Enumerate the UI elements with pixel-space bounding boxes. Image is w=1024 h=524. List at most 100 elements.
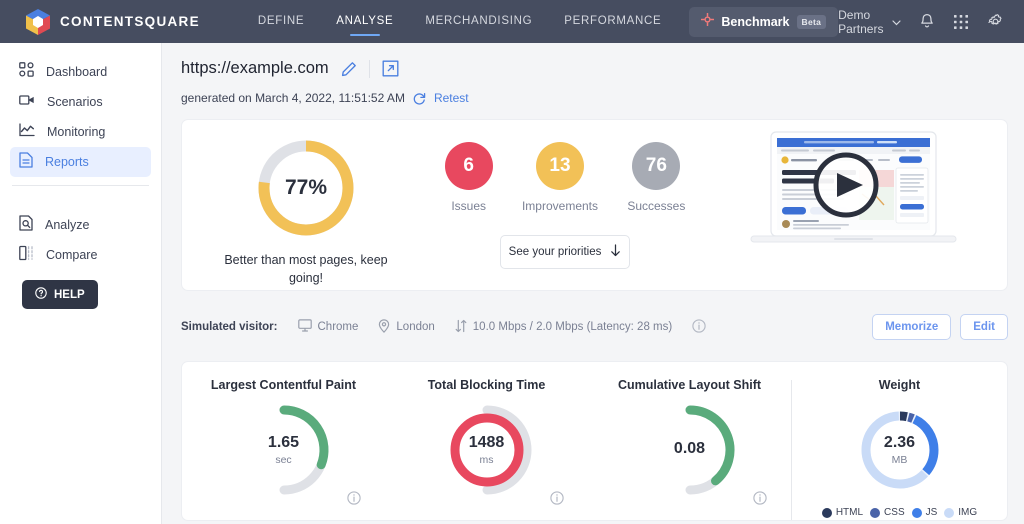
desktop-monitor-icon — [297, 319, 312, 335]
info-circle-icon[interactable] — [347, 491, 361, 510]
line-chart-icon — [19, 122, 35, 142]
sidebar-label-analyze: Analyze — [45, 218, 90, 232]
legend-label-html: HTML — [835, 507, 864, 518]
legend-label-css: CSS — [884, 507, 905, 518]
weight-value: 2.36 — [883, 433, 916, 451]
stat-issues[interactable]: 6 Issues — [444, 142, 493, 213]
info-circle-icon[interactable] — [550, 491, 564, 510]
sidebar-item-dashboard[interactable]: Dashboard — [10, 57, 151, 87]
nav-link-performance[interactable]: PERFORMANCE — [548, 0, 677, 43]
memorize-button[interactable]: Memorize — [872, 314, 952, 340]
visitor-browser-label: Chrome — [317, 321, 359, 333]
sidebar: Dashboard Scenarios Monitoring Reports A… — [0, 43, 162, 524]
legend-dot-css — [870, 507, 881, 518]
weight-donut-text: 2.36 MB — [854, 404, 946, 496]
sidebar-item-monitoring[interactable]: Monitoring — [10, 117, 151, 147]
sidebar-label-compare: Compare — [46, 248, 98, 262]
see-priorities-button[interactable]: See your priorities — [500, 235, 630, 269]
visitor-actions: Memorize Edit — [872, 314, 1008, 340]
url-row: https://example.com — [181, 59, 1004, 78]
info-circle-icon[interactable] — [753, 491, 767, 510]
visitor-location: London — [378, 318, 435, 336]
weight-legend: HTML CSS JS IMG — [821, 507, 977, 518]
gauge-tbt-unit: ms — [479, 454, 494, 467]
legend-dot-js — [911, 507, 922, 518]
brand[interactable]: CONTENTSQUARE — [25, 8, 200, 36]
metric-weight: Weight 2.36 MB HTML CSS JS IMG — [792, 378, 1007, 520]
sidebar-label-reports: Reports — [45, 155, 89, 169]
stat-improvements[interactable]: 13 Improvements — [522, 142, 598, 213]
pencil-icon[interactable] — [341, 61, 357, 77]
dashboard-grid-icon — [19, 62, 34, 82]
sidebar-item-scenarios[interactable]: Scenarios — [10, 87, 151, 117]
page-header: https://example.com generated on March 4… — [162, 43, 1024, 105]
legend-dot-html — [821, 507, 832, 518]
page-title-url: https://example.com — [181, 59, 329, 77]
benchmark-label: Benchmark — [721, 14, 790, 29]
gear-icon[interactable] — [987, 13, 1004, 30]
contentsquare-cube-logo — [25, 8, 51, 36]
stat-successes-value: 76 — [632, 142, 681, 190]
metric-cumulative-layout-shift: Cumulative Layout Shift 0.08 — [588, 378, 791, 520]
visitor-network-label: 10.0 Mbps / 2.0 Mbps (Latency: 28 ms) — [472, 321, 673, 333]
help-button[interactable]: HELP — [22, 280, 98, 309]
gauge-cls: 0.08 — [644, 404, 736, 496]
gauge-lcp-unit: sec — [275, 454, 292, 467]
laptop-mockup — [746, 130, 961, 248]
nav-right-group: Demo Partners — [838, 8, 1004, 36]
retest-link[interactable]: Retest — [434, 91, 469, 105]
nav-link-define[interactable]: DEFINE — [242, 0, 320, 43]
sidebar-item-analyze[interactable]: Analyze — [10, 210, 151, 240]
gauge-lcp-text: 1.65 sec — [238, 404, 330, 496]
apps-grid-icon[interactable] — [953, 14, 969, 30]
legend-item-img: IMG — [944, 507, 977, 518]
external-link-icon[interactable] — [382, 60, 399, 77]
sidebar-item-compare[interactable]: Compare — [10, 240, 151, 270]
visitor-network: 10.0 Mbps / 2.0 Mbps (Latency: 28 ms) — [455, 319, 672, 336]
legend-item-css: CSS — [870, 507, 905, 518]
score-caption: Better than most pages, keep going! — [224, 253, 388, 286]
top-navigation-bar: CONTENTSQUARE DEFINE ANALYSE MERCHANDISI… — [0, 0, 1024, 43]
stat-successes-label: Successes — [627, 199, 686, 213]
map-pin-icon — [378, 318, 390, 336]
stat-issues-value: 6 — [444, 142, 493, 190]
gauge-tbt-value: 1488 — [468, 433, 505, 451]
score-percent: 77% — [284, 176, 328, 199]
generated-row: generated on March 4, 2022, 11:51:52 AM … — [181, 91, 1004, 105]
visitor-info-icon-wrap[interactable] — [692, 318, 706, 336]
header-divider — [368, 59, 370, 78]
stat-successes[interactable]: 76 Successes — [627, 142, 685, 213]
visitor-browser: Chrome — [297, 319, 359, 335]
edit-visitor-button[interactable]: Edit — [960, 314, 1008, 340]
help-label: HELP — [54, 288, 85, 301]
gauge-lcp: 1.65 sec — [238, 404, 330, 496]
beta-badge: Beta — [796, 14, 827, 29]
weight-donut: 2.36 MB — [854, 404, 946, 496]
stats-row: 6 Issues 13 Improvements 76 Successes — [430, 142, 700, 213]
sidebar-item-reports[interactable]: Reports — [10, 147, 151, 177]
metric-largest-contentful-paint: Largest Contentful Paint 1.65 sec — [182, 378, 385, 520]
stat-improvements-label: Improvements — [521, 199, 598, 213]
sidebar-label-monitoring: Monitoring — [47, 125, 106, 139]
score-summary-card: 77% Better than most pages, keep going! … — [181, 119, 1008, 291]
visitor-location-label: London — [396, 321, 435, 333]
metric-total-blocking-time: Total Blocking Time 1488 ms — [385, 378, 588, 520]
bell-icon[interactable] — [919, 13, 935, 30]
gauge-tbt: 1488 ms — [441, 404, 533, 496]
score-donut: 77% — [256, 138, 356, 238]
gauge-cls-value: 0.08 — [673, 439, 706, 457]
nav-benchmark-pill[interactable]: Benchmark Beta — [689, 6, 839, 37]
nav-link-analyse[interactable]: ANALYSE — [320, 0, 409, 43]
gauge-lcp-value: 1.65 — [267, 433, 300, 451]
simulated-visitor-bar: Simulated visitor: Chrome London 10.0 Mb… — [181, 307, 1008, 347]
metric-title-cls: Cumulative Layout Shift — [617, 378, 762, 392]
account-selector[interactable]: Demo Partners — [838, 8, 901, 36]
main-content: https://example.com generated on March 4… — [162, 43, 1024, 524]
video-camera-icon — [19, 93, 35, 112]
refresh-icon[interactable] — [413, 92, 426, 105]
compare-panels-icon — [19, 245, 34, 266]
nav-link-merchandising[interactable]: MERCHANDISING — [409, 0, 548, 43]
video-preview-block[interactable] — [700, 120, 1007, 248]
brand-name: CONTENTSQUARE — [60, 14, 200, 29]
